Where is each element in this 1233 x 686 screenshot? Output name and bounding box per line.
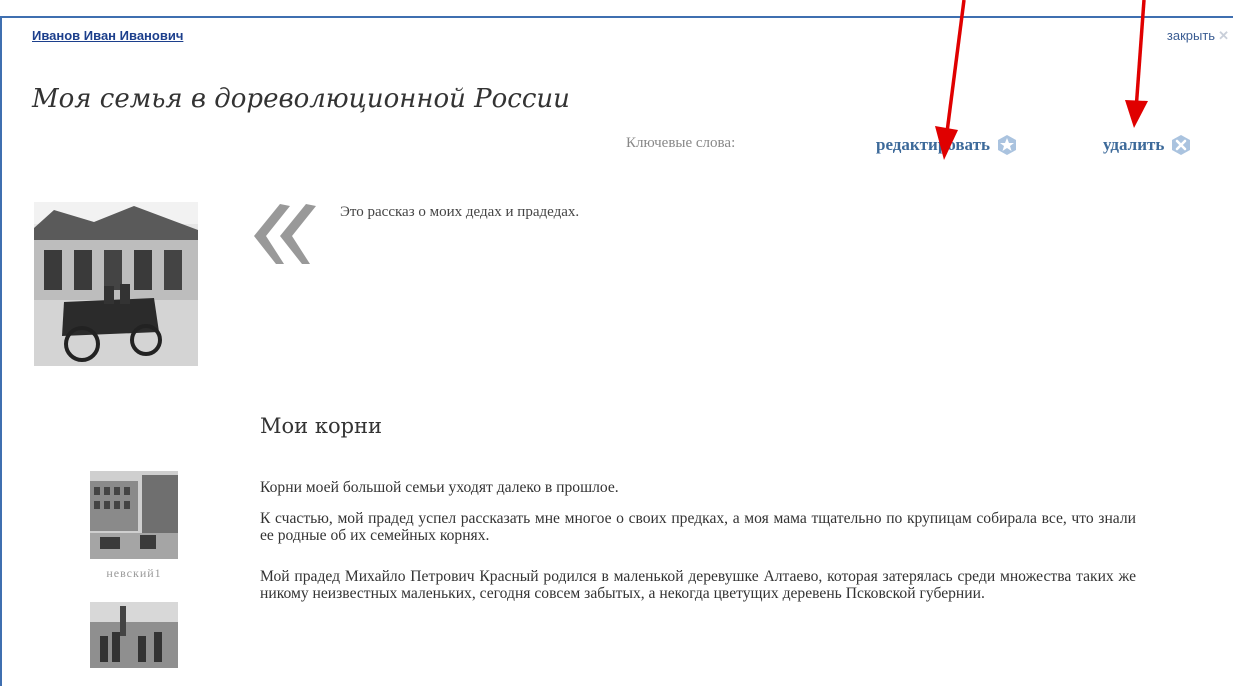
gallery-thumb-1-caption: невский1	[106, 566, 162, 580]
close-icon: ✕	[1218, 28, 1229, 43]
edit-label: редактировать	[876, 135, 990, 154]
quote-icon	[254, 204, 316, 264]
author-link[interactable]: Иванов Иван Иванович	[32, 28, 183, 43]
gallery-thumb-2[interactable]	[90, 602, 178, 668]
thumb-1-image	[90, 471, 178, 559]
gallery-thumb-1[interactable]	[90, 471, 178, 559]
delete-label: удалить	[1103, 135, 1165, 154]
thumb-2-image	[90, 602, 178, 668]
paragraph-2: К счастью, мой прадед успел рассказать м…	[260, 510, 1136, 544]
keywords-label: Ключевые слова:	[626, 135, 736, 151]
close-label: закрыть	[1166, 28, 1216, 43]
delete-button[interactable]: удалить	[1103, 134, 1192, 156]
edit-button[interactable]: редактировать	[876, 134, 1018, 156]
story-title: Моя семья в дореволюционной России	[32, 84, 570, 114]
section-title: Мои корни	[260, 414, 383, 438]
story-lead-text: Это рассказ о моих дедах и прадедах.	[340, 204, 580, 220]
paragraph-3: Мой прадед Михайло Петрович Красный роди…	[260, 568, 1136, 602]
edit-icon	[997, 135, 1016, 155]
delete-icon	[1172, 135, 1191, 155]
story-cover-photo[interactable]	[34, 202, 198, 366]
close-button[interactable]: закрыть ✕	[1167, 28, 1229, 44]
cover-photo-image	[34, 202, 198, 366]
paragraph-1: Корни моей большой семьи уходят далеко в…	[260, 479, 619, 496]
